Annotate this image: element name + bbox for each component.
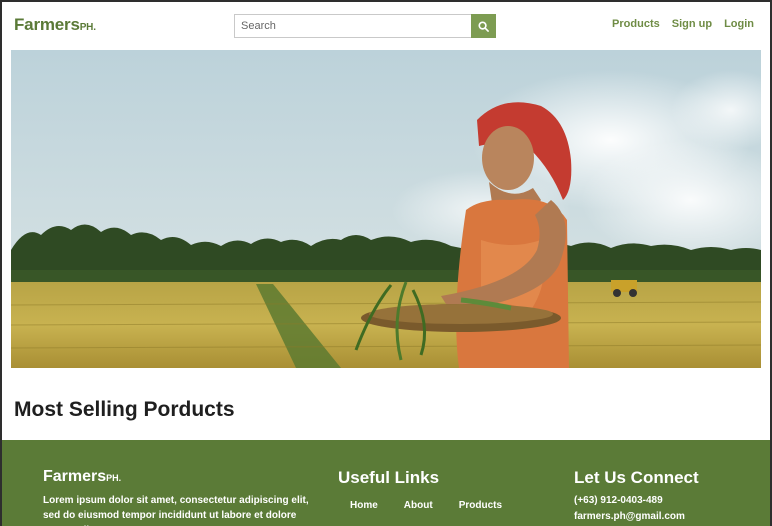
brand-name: Farmers bbox=[14, 15, 80, 34]
footer-brand-suffix: PH. bbox=[106, 473, 122, 483]
search-icon bbox=[478, 20, 489, 32]
search-button[interactable] bbox=[471, 14, 496, 38]
brand-logo[interactable]: FarmersPH. bbox=[14, 15, 96, 35]
footer-link-products[interactable]: Products bbox=[459, 500, 502, 511]
contact-email[interactable]: farmers.ph@gmail.com bbox=[574, 509, 685, 525]
footer-brand-name: Farmers bbox=[43, 468, 107, 485]
nav-link-signup[interactable]: Sign up bbox=[672, 18, 712, 30]
hero-image bbox=[11, 50, 761, 368]
contact-phone: (+63) 912-0403-489 bbox=[574, 495, 663, 506]
footer: FarmersPH. Lorem ipsum dolor sit amet, c… bbox=[2, 440, 770, 526]
footer-link-home[interactable]: Home bbox=[350, 500, 378, 511]
footer-link-about[interactable]: About bbox=[404, 500, 433, 511]
useful-links: Home About Products bbox=[350, 500, 502, 511]
nav-link-products[interactable]: Products bbox=[612, 18, 660, 30]
search-bar bbox=[234, 14, 496, 38]
brand-suffix: PH. bbox=[79, 22, 96, 33]
hero-photo bbox=[11, 50, 761, 368]
connect-title: Let Us Connect bbox=[574, 468, 699, 487]
page: FarmersPH. Products Sign up Login bbox=[2, 2, 770, 526]
footer-brand: FarmersPH. bbox=[43, 468, 121, 486]
section-title: Most Selling Porducts bbox=[14, 398, 235, 421]
contact-info: (+63) 912-0403-489 farmers.ph@gmail.com bbox=[574, 493, 685, 525]
search-input[interactable] bbox=[234, 14, 471, 38]
nav-links: Products Sign up Login bbox=[612, 18, 754, 30]
useful-links-title: Useful Links bbox=[338, 468, 440, 487]
navbar: FarmersPH. Products Sign up Login bbox=[2, 2, 770, 48]
nav-link-login[interactable]: Login bbox=[724, 18, 754, 30]
footer-description: Lorem ipsum dolor sit amet, consectetur … bbox=[43, 495, 309, 526]
